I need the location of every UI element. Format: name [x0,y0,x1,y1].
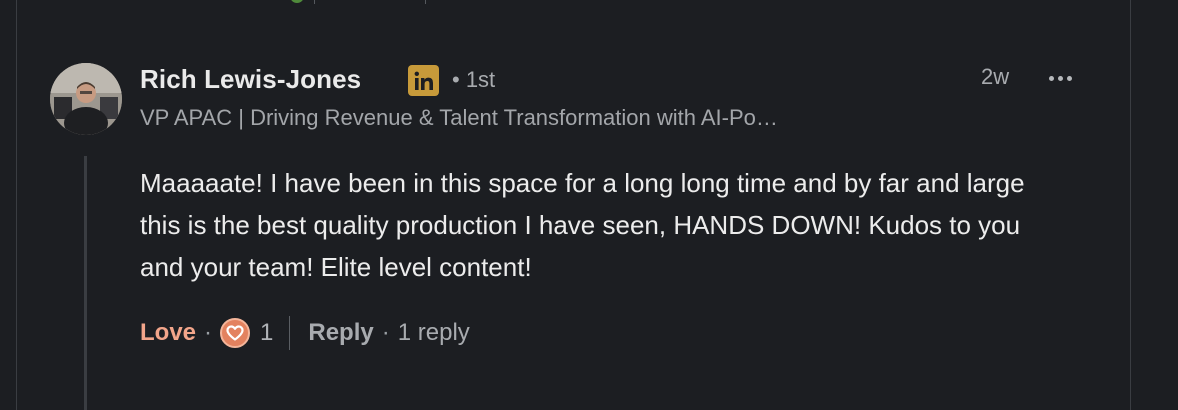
separator-dot: · [204,319,213,346]
comment-text: Maaaaate! I have been in this space for … [140,168,1025,282]
author-headline[interactable]: VP APAC | Driving Revenue & Talent Trans… [140,105,778,131]
reply-button[interactable]: Reply [308,319,373,347]
avatar-photo-icon [50,63,122,135]
ellipsis-icon [1048,75,1054,81]
linkedin-icon [408,65,439,96]
more-options-button[interactable] [1040,66,1080,90]
divider [425,0,426,4]
reaction-icon [290,0,304,3]
previous-comment-actions-cutoff [290,0,426,6]
comment-actions: Love · 1 Reply · 1 reply [140,315,470,351]
separator-dot: · [381,319,390,346]
heart-icon[interactable] [220,318,251,348]
thread-line [84,156,87,410]
divider [314,0,315,4]
card-right-border [1130,0,1131,410]
connection-degree: • 1st [452,67,496,92]
reaction-count[interactable]: 1 [260,319,273,347]
divider [289,316,291,350]
comment-card: Rich Lewis-Jones • 1st 2w VP APAC | Driv… [0,0,1178,410]
love-reaction-button[interactable]: Love [140,319,196,347]
reply-count-link[interactable]: 1 reply [398,319,470,347]
avatar[interactable] [50,63,122,135]
card-left-border [16,0,17,410]
comment-timestamp: 2w [981,64,1010,89]
author-name[interactable]: Rich Lewis-Jones [140,64,361,95]
